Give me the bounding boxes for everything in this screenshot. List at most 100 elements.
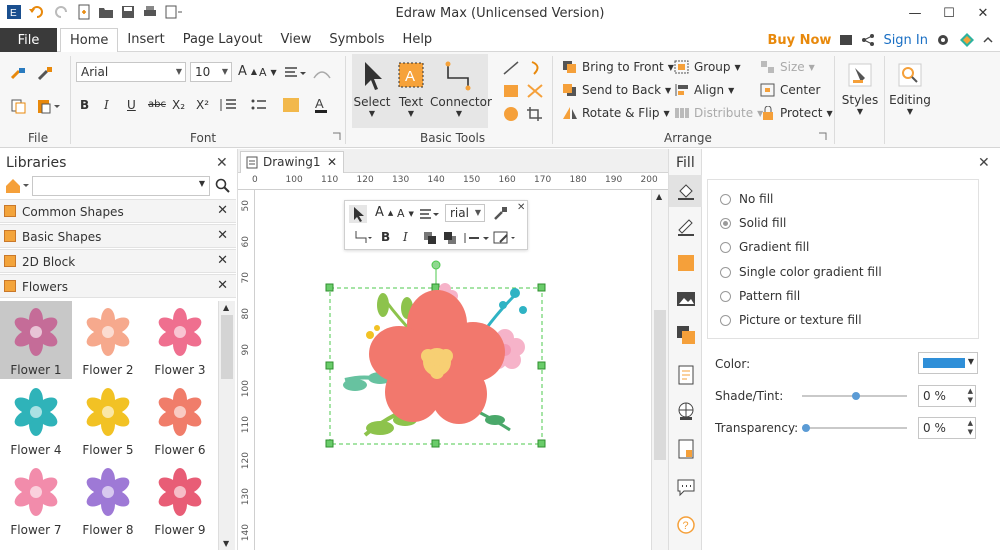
tab-insert[interactable]: Insert	[118, 28, 173, 52]
fill-bucket-icon[interactable]	[676, 181, 696, 201]
library-scrollbar[interactable]: ▲ ▼	[218, 301, 235, 550]
brush-icon[interactable]	[36, 66, 54, 82]
send-back-mini-icon[interactable]	[443, 231, 459, 245]
format-painter-icon[interactable]	[493, 205, 509, 221]
pointer-icon[interactable]	[349, 205, 367, 223]
editing-button[interactable]: Editing ▼	[888, 56, 932, 128]
styles-button[interactable]: Styles ▼	[840, 56, 880, 128]
transparency-input[interactable]: 0 % ▲ ▼	[918, 417, 976, 439]
close-category-icon[interactable]: ✕	[217, 228, 228, 243]
bold-button[interactable]: B	[381, 230, 390, 244]
line-tool-icon[interactable]	[502, 60, 520, 76]
layers-icon[interactable]	[676, 325, 696, 345]
color-picker[interactable]: ▼	[918, 352, 978, 374]
close-category-icon[interactable]: ✕	[217, 203, 228, 218]
close-icon[interactable]: ✕	[966, 0, 1000, 26]
mini-font-select[interactable]: rial ▼	[445, 204, 485, 222]
fill-option-single-color-gradient[interactable]: Single color gradient fill	[720, 263, 882, 281]
subscript-button[interactable]: X₂	[172, 98, 185, 112]
shadow-fill-icon[interactable]	[676, 253, 696, 273]
crop-tool-icon[interactable]	[526, 106, 544, 122]
tab-view[interactable]: View	[271, 28, 320, 52]
fill-option-solid-fill[interactable]: Solid fill	[720, 214, 786, 232]
font-size-select[interactable]: 10 ▼	[190, 62, 232, 82]
italic-button[interactable]: I	[403, 230, 408, 244]
hyperlink-globe-icon[interactable]	[676, 401, 696, 421]
flower-shape[interactable]	[325, 260, 547, 450]
transparency-slider[interactable]	[802, 424, 907, 432]
close-libraries-icon[interactable]: ✕	[216, 155, 228, 171]
buy-now-link[interactable]: Buy Now	[767, 33, 831, 48]
fill-option-gradient-fill[interactable]: Gradient fill	[720, 238, 809, 256]
distribute-button[interactable]: Distribute ▼	[674, 106, 763, 120]
puzzle-icon[interactable]	[960, 33, 974, 47]
superscript-button[interactable]: X²	[196, 98, 209, 112]
line-spacing-icon[interactable]	[218, 98, 242, 112]
library-shape-item[interactable]: Flower 3	[144, 301, 216, 379]
font-color-icon[interactable]: A	[314, 96, 336, 114]
tab-help[interactable]: Help	[394, 28, 442, 52]
select-tool-button[interactable]: Select ▼	[353, 56, 391, 128]
line-weight-icon[interactable]	[463, 231, 491, 245]
help-icon[interactable]: ?	[676, 515, 696, 535]
highlight-icon[interactable]	[282, 96, 308, 114]
size-button[interactable]: Size ▼	[760, 60, 815, 74]
document-tab[interactable]: Drawing1 ✕	[240, 151, 344, 173]
tab-page-layout[interactable]: Page Layout	[174, 28, 272, 52]
ribbon-collapse-icon[interactable]	[982, 33, 994, 47]
italic-button[interactable]: I	[104, 98, 109, 112]
send-to-back-button[interactable]: Send to Back ▼	[562, 83, 671, 97]
bring-front-mini-icon[interactable]	[423, 231, 439, 245]
connector-icon[interactable]	[353, 229, 373, 245]
close-fill-panel-icon[interactable]: ✕	[978, 155, 990, 171]
dialog-launcher-icon[interactable]	[818, 132, 827, 141]
canvas-scrollbar[interactable]: ▲	[651, 190, 668, 550]
connector-tool-button[interactable]: Connector ▼	[430, 56, 492, 128]
group-button[interactable]: Group ▼	[674, 60, 741, 74]
gear-icon[interactable]	[936, 33, 952, 47]
text-tool-button[interactable]: A Text ▼	[392, 56, 430, 128]
tab-symbols[interactable]: Symbols	[320, 28, 393, 52]
minimize-icon[interactable]: —	[898, 0, 932, 26]
library-category-common-shapes[interactable]: Common Shapes ✕	[0, 199, 236, 223]
bold-button[interactable]: B	[80, 98, 89, 112]
cross-tool-icon[interactable]	[526, 83, 544, 99]
bullet-list-icon[interactable]	[250, 98, 276, 112]
center-button[interactable]: Center	[760, 83, 820, 97]
close-category-icon[interactable]: ✕	[217, 253, 228, 268]
rectangle-tool-icon[interactable]	[502, 83, 520, 99]
underline-button[interactable]: U	[127, 98, 136, 112]
format-painter-icon[interactable]	[10, 66, 28, 82]
close-tab-icon[interactable]: ✕	[327, 152, 337, 172]
library-shape-item[interactable]: Flower 9	[144, 461, 216, 539]
library-shape-item[interactable]: Flower 2	[72, 301, 144, 379]
document-list-icon[interactable]	[676, 365, 696, 385]
font-grow-button[interactable]: A ▲	[375, 205, 393, 220]
image-icon[interactable]	[676, 289, 696, 309]
text-align-icon[interactable]	[284, 66, 306, 80]
library-shape-item[interactable]: Flower 5	[72, 381, 144, 459]
library-shape-item[interactable]: Flower 8	[72, 461, 144, 539]
library-shape-item[interactable]: Flower 7	[0, 461, 72, 539]
shade-tint-input[interactable]: 0 % ▲ ▼	[918, 385, 976, 407]
library-category-flowers[interactable]: Flowers ✕	[0, 274, 236, 298]
sign-in-link[interactable]: Sign In	[883, 33, 928, 48]
copy-icon[interactable]	[10, 98, 28, 114]
font-grow-button[interactable]: A ▲	[238, 64, 257, 79]
protect-button[interactable]: Protect ▼	[760, 106, 833, 120]
font-name-select[interactable]: Arial ▼	[76, 62, 186, 82]
home-icon[interactable]	[4, 177, 30, 195]
close-mini-toolbar-icon[interactable]: ✕	[517, 202, 525, 213]
fill-option-no-fill[interactable]: No fill	[720, 190, 773, 208]
library-shape-item[interactable]: Flower 1	[0, 301, 72, 379]
fill-color-icon[interactable]	[493, 230, 517, 246]
font-shrink-button[interactable]: A ▼	[259, 66, 277, 79]
library-search-input[interactable]: ▼	[32, 176, 210, 196]
share-icon[interactable]	[861, 33, 875, 47]
line-style-icon[interactable]	[676, 217, 696, 237]
paste-icon[interactable]	[36, 98, 60, 114]
file-menu-button[interactable]: File	[0, 28, 57, 52]
shade-tint-slider[interactable]	[802, 392, 907, 400]
search-icon[interactable]	[215, 178, 231, 194]
library-shape-item[interactable]: Flower 6	[144, 381, 216, 459]
